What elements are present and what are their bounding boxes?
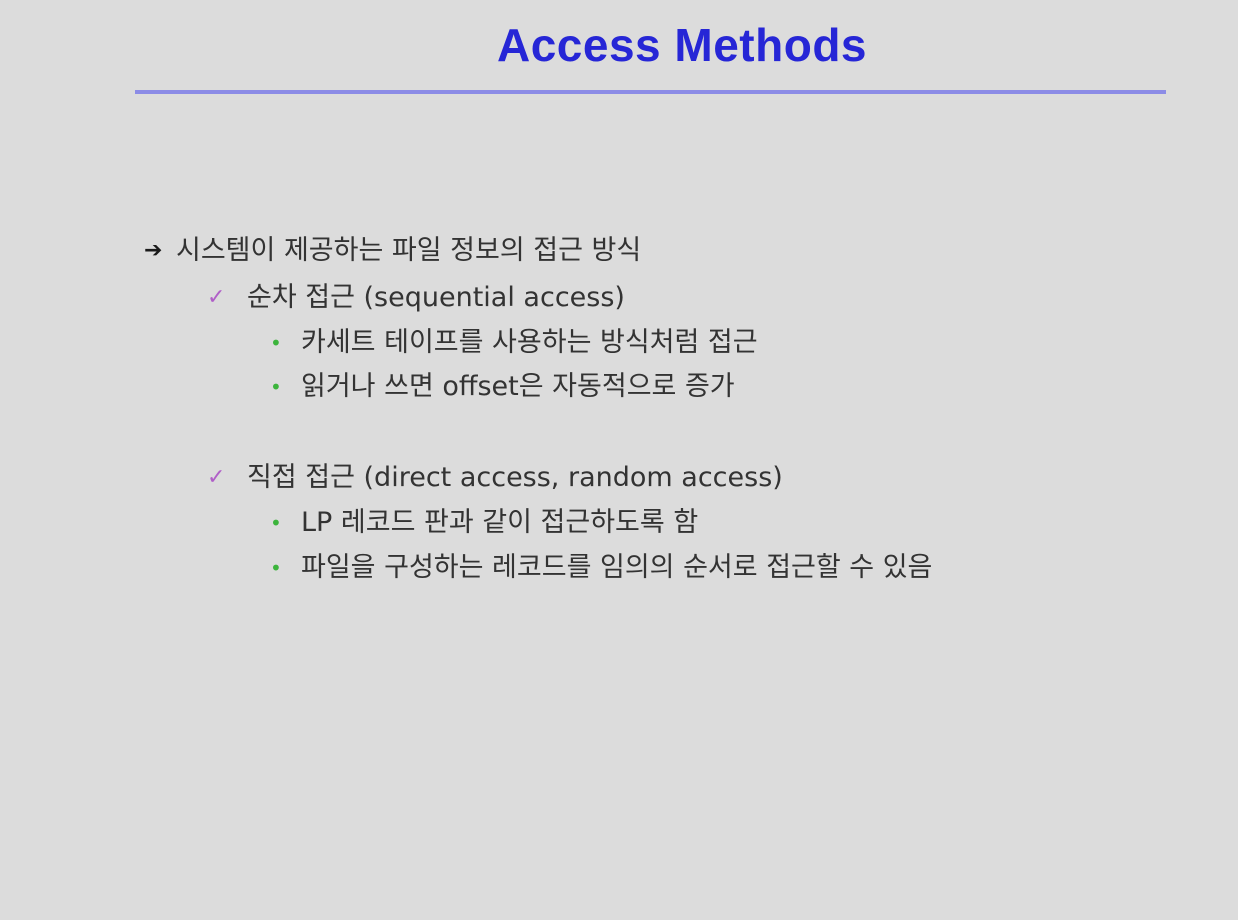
bullet-text: LP 레코드 판과 같이 접근하도록 함	[301, 507, 699, 538]
dot-bullet-icon: •	[270, 375, 282, 399]
dot-bullet-icon: •	[270, 511, 282, 535]
bullet-item-level3: • 카세트 테이프를 사용하는 방식처럼 접근	[270, 326, 758, 360]
bullet-text: 직접 접근 (direct access, random access)	[247, 462, 783, 493]
bullet-item-level2: ✓ 직접 접근 (direct access, random access)	[207, 461, 783, 495]
bullet-item-level3: • 파일을 구성하는 레코드를 임의의 순서로 접근할 수 있음	[270, 551, 932, 585]
bullet-text: 읽거나 쓰면 offset은 자동적으로 증가	[301, 371, 735, 402]
slide: Access Methods ➔ 시스템이 제공하는 파일 정보의 접근 방식 …	[0, 0, 1238, 920]
title-divider	[135, 90, 1166, 94]
bullet-item-level3: • LP 레코드 판과 같이 접근하도록 함	[270, 506, 698, 540]
check-bullet-icon: ✓	[207, 285, 226, 310]
bullet-item-level2: ✓ 순차 접근 (sequential access)	[207, 281, 625, 315]
dot-bullet-icon: •	[270, 556, 282, 580]
check-bullet-icon: ✓	[207, 465, 226, 490]
slide-title: Access Methods	[496, 19, 867, 71]
bullet-item-level1: ➔ 시스템이 제공하는 파일 정보의 접근 방식	[144, 234, 641, 268]
bullet-text: 시스템이 제공하는 파일 정보의 접근 방식	[176, 235, 642, 266]
bullet-text: 파일을 구성하는 레코드를 임의의 순서로 접근할 수 있음	[301, 552, 933, 583]
bullet-item-level3: • 읽거나 쓰면 offset은 자동적으로 증가	[270, 370, 735, 404]
bullet-text: 순차 접근 (sequential access)	[247, 282, 625, 313]
dot-bullet-icon: •	[270, 331, 282, 355]
arrow-bullet-icon: ➔	[144, 238, 163, 263]
bullet-text: 카세트 테이프를 사용하는 방식처럼 접근	[301, 327, 758, 358]
